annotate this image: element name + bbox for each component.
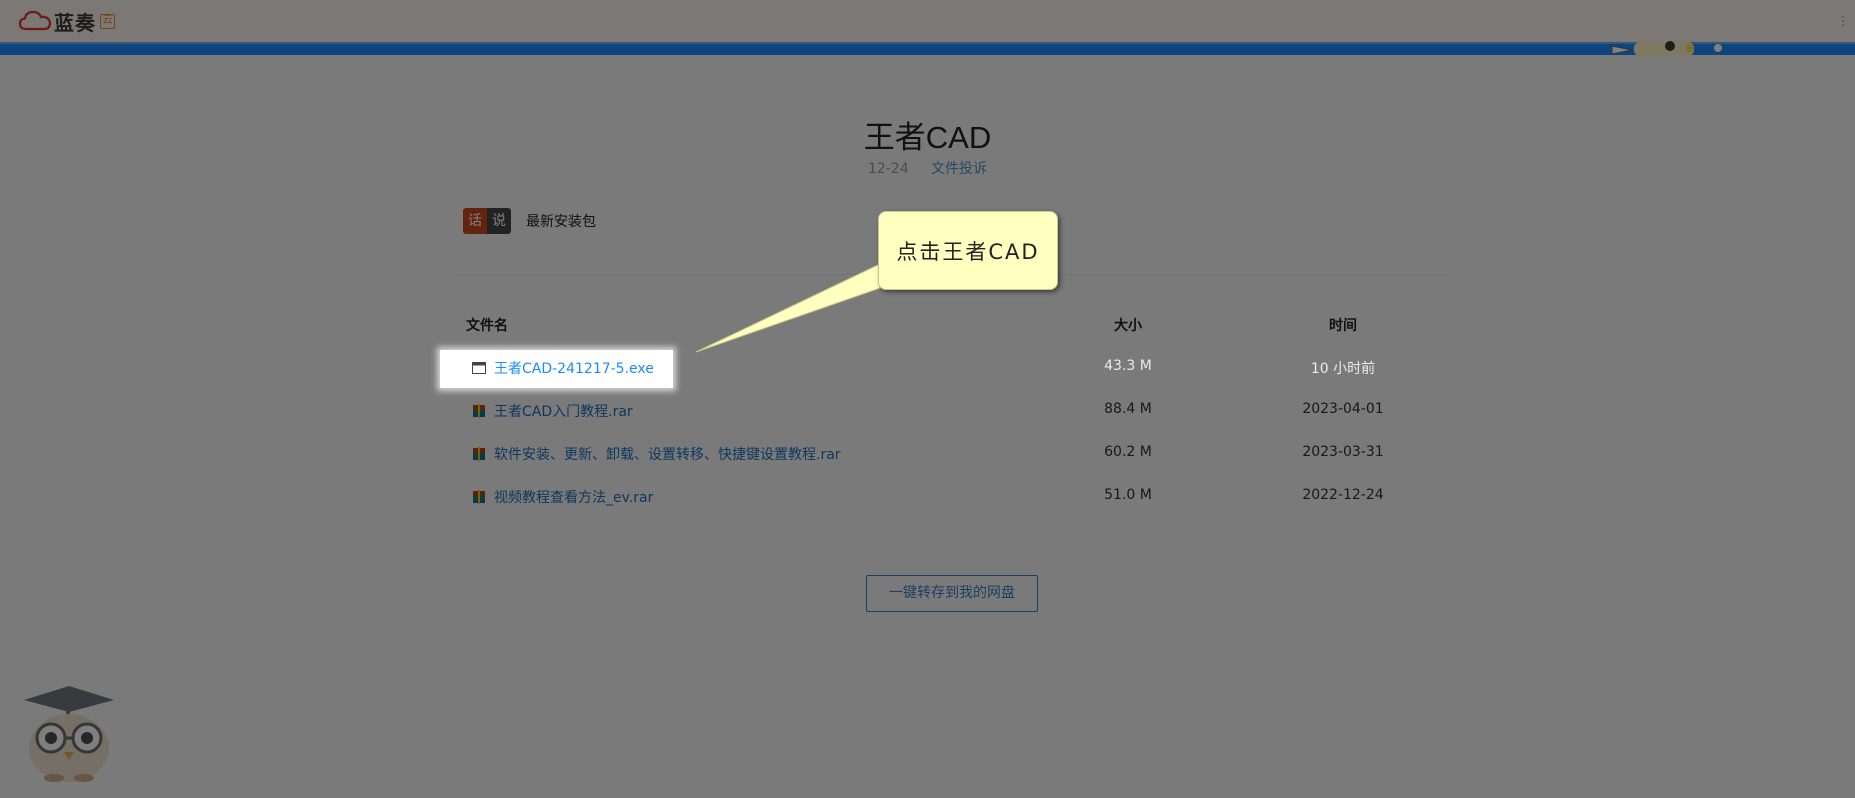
logo-badge: 云 — [100, 13, 115, 29]
report-link[interactable]: 文件投诉 — [931, 161, 987, 177]
file-size: 51.0 M — [1104, 487, 1152, 503]
file-description: 话说 最新安装包 — [463, 208, 596, 234]
top-bar: 蓝奏 云 ⋮ — [0, 0, 1855, 42]
file-time: 2023-04-01 — [1302, 401, 1384, 417]
rar-archive-icon — [473, 404, 485, 418]
description-tag-right: 说 — [487, 208, 511, 234]
file-link[interactable]: 王者CAD-241217-5.exe — [494, 358, 654, 378]
file-time: 2023-03-31 — [1302, 444, 1384, 460]
file-size: 60.2 M — [1104, 444, 1152, 460]
file-time: 2022-12-24 — [1302, 487, 1384, 503]
file-link[interactable]: 王者CAD入门教程.rar — [494, 401, 633, 421]
table-row[interactable]: 王者CAD入门教程.rar 88.4 M 2023-04-01 — [0, 397, 1855, 425]
header-band — [0, 42, 1855, 55]
exe-window-icon — [472, 362, 486, 374]
more-icon[interactable]: ⋮ — [1837, 14, 1849, 28]
callout-tooltip: 点击王者CAD — [878, 211, 1058, 290]
file-title: 王者CAD — [863, 120, 992, 155]
site-logo[interactable]: 蓝奏 云 — [18, 8, 115, 35]
file-size: 88.4 M — [1104, 401, 1152, 417]
table-row[interactable]: 软件安装、更新、卸载、设置转移、快捷键设置教程.rar 60.2 M 2023-… — [0, 440, 1855, 468]
upload-date: 12-24 — [867, 161, 909, 177]
table-row-highlighted[interactable]: 王者CAD-241217-5.exe 43.3 M 10 小时前 — [0, 354, 1855, 382]
column-header-name: 文件名 — [466, 318, 508, 334]
owl-mascot-icon — [24, 686, 114, 782]
file-time: 10 小时前 — [1310, 361, 1376, 377]
column-header-size: 大小 — [1114, 318, 1142, 334]
column-header-time: 时间 — [1329, 318, 1357, 334]
save-to-drive-button[interactable]: 一键转存到我的网盘 — [866, 575, 1038, 612]
description-text: 最新安装包 — [526, 214, 596, 230]
description-tag-left: 话 — [463, 208, 487, 234]
cloud-logo-icon — [18, 10, 52, 31]
file-link[interactable]: 软件安装、更新、卸载、设置转移、快捷键设置教程.rar — [494, 444, 841, 464]
band-decoration-icon — [1611, 41, 1722, 56]
file-meta: 12-24 文件投诉 — [0, 158, 1855, 178]
file-size: 43.3 M — [1104, 358, 1152, 374]
rar-archive-icon — [473, 490, 485, 504]
table-row[interactable]: 视频教程查看方法_ev.rar 51.0 M 2022-12-24 — [0, 483, 1855, 511]
rar-archive-icon — [473, 447, 485, 461]
logo-text: 蓝奏 — [54, 10, 96, 35]
file-link[interactable]: 视频教程查看方法_ev.rar — [494, 487, 653, 507]
